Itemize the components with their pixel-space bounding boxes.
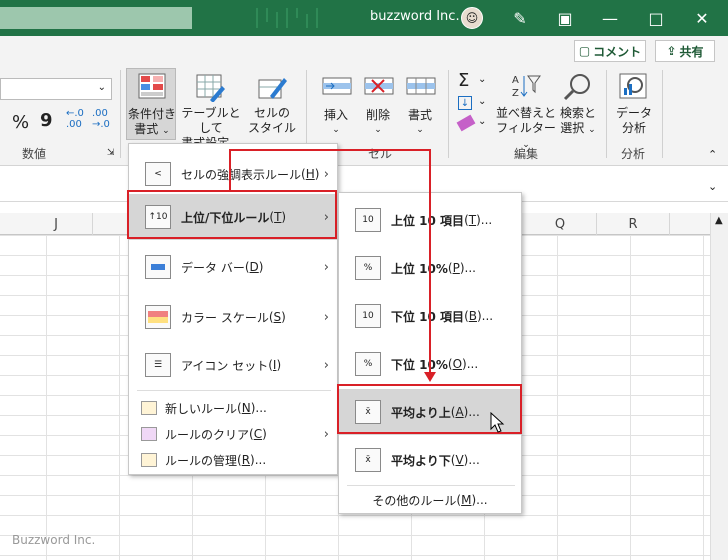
chevron-right-icon: › [323,259,329,275]
close-button[interactable]: ✕ [682,0,722,36]
column-header-r[interactable]: R [597,213,670,235]
data-analysis-icon [619,73,647,99]
bottom-10-icon: 10 [355,304,381,328]
icon-set-icon: ☰ [145,353,171,377]
number-format-dropdown[interactable]: ⌄ [0,78,112,100]
menu-item-clear-rules[interactable]: ルールのクリア(C) › [129,422,337,446]
table-format-icon [196,74,225,102]
share-icon: ⇪ [666,44,677,58]
highlight-rules-icon: < [145,162,171,186]
group-label-number: 数値 [22,147,47,161]
insert-icon [322,77,352,95]
manage-rules-icon [141,453,157,467]
share-button[interactable]: ⇪ 共有 [655,40,715,62]
chevron-down-icon: ⌄ [478,116,487,127]
scroll-up-icon[interactable]: ▲ [715,215,723,226]
comma-button[interactable]: 9 [40,110,53,131]
account-name[interactable]: buzzword Inc. [370,9,460,24]
delete-button[interactable]: 削除 ⌄ [358,70,398,135]
title-pattern [256,8,318,28]
fill-icon[interactable]: ↓ [458,96,472,110]
bottom-percent-icon: % [355,352,381,376]
chevron-down-icon: ⌄ [162,126,170,136]
chevron-down-icon: ⌄ [416,125,424,135]
data-bar-icon [145,255,171,279]
conditional-format-icon [138,73,166,99]
chevron-right-icon: › [323,426,329,442]
title-box [0,7,192,29]
new-rule-icon [141,401,157,415]
cell-style-button[interactable]: セルのスタイル ⌄ [246,70,298,150]
menu-item-manage-rules[interactable]: ルールの管理(R)... [129,448,337,472]
chevron-right-icon: › [323,166,329,182]
decrease-decimal-button[interactable]: .00 →.0 [92,108,110,130]
cell-style-icon [258,78,287,99]
group-label-cell: セル [368,147,393,161]
menu-item-below-average[interactable]: x̄ 平均より下(V)... [339,437,521,483]
ribbon-display-icon[interactable]: ▣ [545,0,585,36]
format-button[interactable]: 書式 ⌄ [400,70,440,135]
watermark: Buzzword Inc. [12,533,96,547]
delete-icon [364,77,394,95]
chevron-down-icon: ⌄ [374,125,382,135]
below-average-icon: x̄ [355,448,381,472]
pen-icon[interactable]: ✎ [500,0,540,36]
menu-item-more-rules[interactable]: その他のルール(M)... [339,489,521,511]
format-as-table-button[interactable]: テーブルとして書式設定 ⌄ [178,70,244,150]
insert-button[interactable]: 挿入 ⌄ [316,70,356,135]
chevron-down-icon: ⌄ [478,74,487,85]
data-analysis-button[interactable]: データ 分析 [614,70,654,136]
group-label-edit: 編集 [514,147,539,161]
expand-formula-bar-icon[interactable]: ⌄ [708,180,717,193]
sort-filter-button[interactable]: AZ 並べ替えと フィルター ⌄ [496,70,556,150]
highlight-box-top-bottom [127,190,337,239]
top-bottom-submenu: 10 上位 10 項目(T)... % 上位 10%(P)... 10 下位 1… [338,192,522,514]
autosum-button[interactable]: Σ [458,70,469,91]
menu-item-color-scale[interactable]: カラー スケール(S) › [129,294,337,340]
top-percent-icon: % [355,256,381,280]
group-label-analysis: 分析 [621,147,646,161]
menu-item-top-10-items[interactable]: 10 上位 10 項目(T)... [339,197,521,243]
menu-item-top-10-percent[interactable]: % 上位 10%(P)... [339,245,521,291]
collapse-ribbon-icon[interactable]: ⌃ [708,148,717,161]
clear-rules-icon [141,427,157,441]
color-scale-icon [145,305,171,329]
dialog-launcher-icon[interactable]: ⇲ [107,148,115,158]
menu-item-bottom-10-items[interactable]: 10 下位 10 項目(B)... [339,293,521,339]
chevron-down-icon: ⌄ [97,82,106,93]
svg-text:Z: Z [512,88,519,99]
mouse-cursor-icon [490,412,505,433]
svg-text:A: A [512,75,519,86]
menu-item-bottom-10-percent[interactable]: % 下位 10%(O)... [339,341,521,387]
menu-item-highlight-rules[interactable]: < セルの強調表示ルール(H) › [129,154,337,194]
increase-decimal-button[interactable]: ←.0 .00 [66,108,84,130]
chevron-down-icon: ⌄ [588,125,596,135]
chevron-right-icon: › [323,309,329,325]
comment-icon: ▢ [578,44,591,58]
column-header-j[interactable]: J [20,213,93,235]
percent-button[interactable]: % [12,112,29,133]
find-select-button[interactable]: 検索と 選択 ⌄ [558,70,598,136]
chevron-right-icon: › [323,357,329,373]
menu-item-new-rule[interactable]: 新しいルール(N)... [129,396,337,420]
maximize-button[interactable]: □ [636,0,676,36]
menu-item-icon-set[interactable]: ☰ アイコン セット(I) › [129,342,337,388]
search-icon [563,74,590,101]
chevron-down-icon: ⌄ [478,96,487,107]
format-cells-icon [406,77,436,95]
conditional-format-button[interactable]: 条件付き 書式 ⌄ [126,68,176,140]
minimize-button[interactable]: — [590,0,630,36]
top-10-icon: 10 [355,208,381,232]
column-header-q[interactable]: Q [524,213,597,235]
comment-button[interactable]: ▢ コメント [574,40,646,62]
sort-filter-icon: AZ [512,75,541,99]
avatar[interactable]: ☺ [461,7,483,29]
chevron-down-icon: ⌄ [332,125,340,135]
vertical-scrollbar[interactable]: ▲ [710,213,728,560]
menu-item-data-bar[interactable]: データ バー(D) › [129,244,337,290]
